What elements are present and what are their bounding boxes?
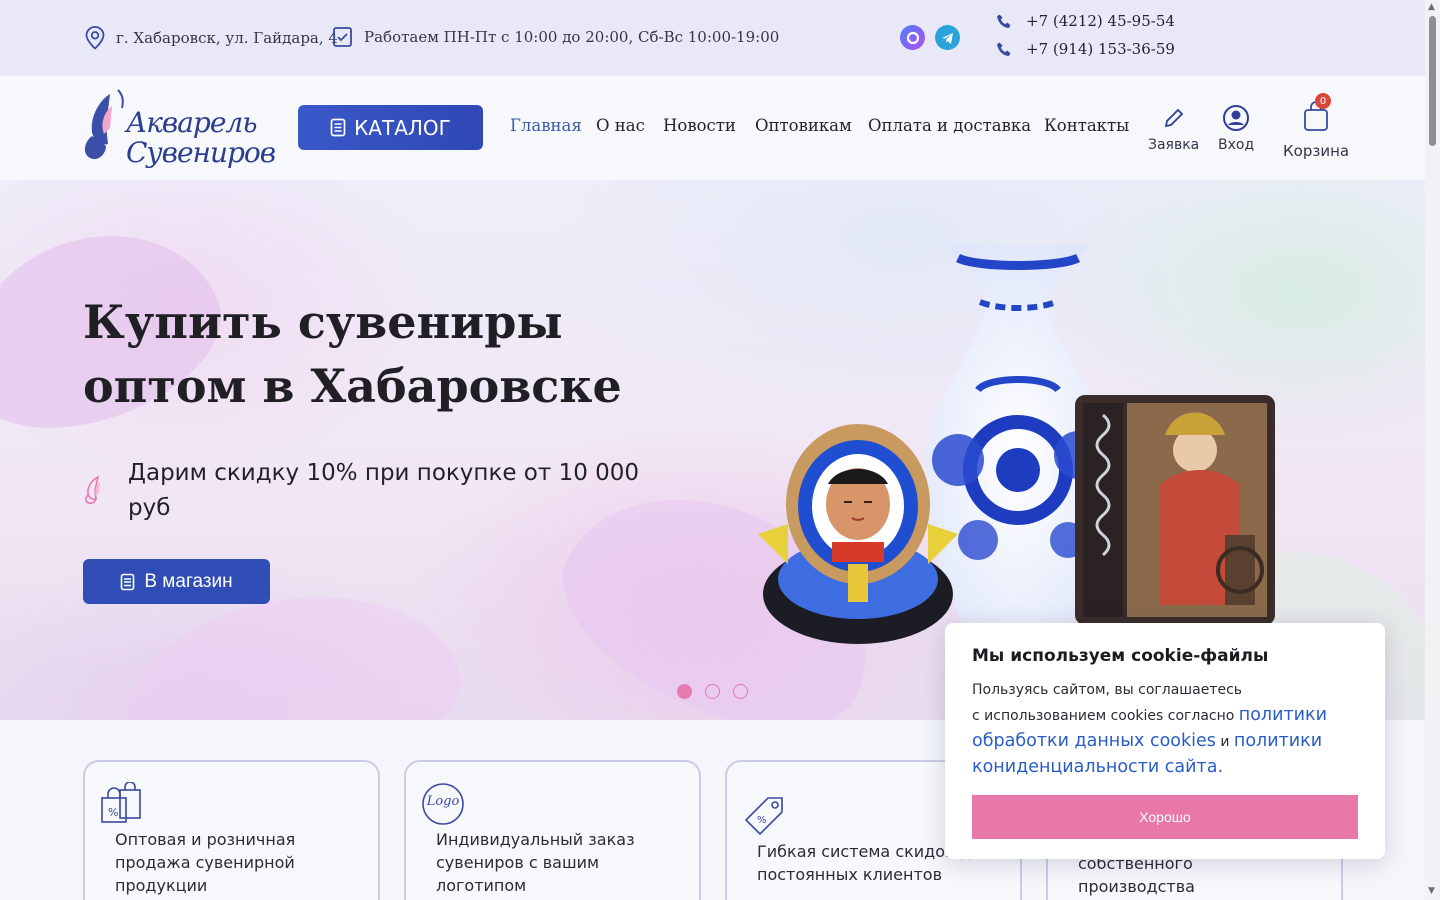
address: г. Хабаровск, ул. Гайдара, 4	[84, 26, 338, 50]
nav-home[interactable]: Главная	[510, 116, 582, 135]
scroll-down-arrow-icon[interactable]: ▼	[1428, 886, 1435, 896]
feature-text: Индивидуальный заказ сувениров с вашим л…	[436, 830, 635, 895]
cart-label: Корзина	[1283, 142, 1350, 160]
nav-payment-delivery[interactable]: Оплата и доставка	[868, 116, 1031, 135]
lacquer-box-image	[1075, 395, 1275, 625]
max-messenger-icon[interactable]	[900, 25, 925, 50]
slider-dot-2[interactable]	[705, 684, 720, 699]
cookie-consent-banner: Мы используем cookie-файлы Пользуясь сай…	[945, 623, 1385, 859]
cart-button[interactable]: Корзина	[1283, 100, 1349, 160]
request-label: Заявка	[1148, 137, 1200, 153]
northern-doll-image	[758, 424, 958, 644]
phone-1[interactable]: +7 (4212) 45-95-54	[996, 12, 1175, 30]
slider-dot-3[interactable]	[733, 684, 748, 699]
feature-text: Оптовая и розничная продажа сувенирной п…	[115, 830, 296, 895]
feature-card-wholesale: % Оптовая и розничная продажа сувенирной…	[83, 760, 380, 900]
login-label: Вход	[1218, 137, 1255, 153]
user-icon	[1223, 105, 1250, 131]
location-pin-icon	[85, 26, 105, 50]
pencil-icon	[1164, 108, 1183, 128]
butterfly-icon	[85, 475, 100, 504]
working-hours: Работаем ПН-Пт с 10:00 до 20:00, Сб-Вс 1…	[332, 26, 779, 48]
cookie-line-1: Пользуясь сайтом, вы соглашаетесь	[972, 682, 1243, 698]
catalog-button[interactable]: КАТАЛОГ	[298, 105, 483, 150]
site-logo[interactable]: Акварель Сувениров	[82, 86, 276, 172]
slider-dot-1[interactable]	[677, 684, 692, 699]
nav-about[interactable]: О нас	[596, 116, 645, 135]
top-info-bar: г. Хабаровск, ул. Гайдара, 4 Работаем ПН…	[0, 0, 1425, 76]
hero-subtitle: Дарим скидку 10% при покупке от 10 000 р…	[128, 460, 640, 521]
feature-card-custom-logo: Logo Индивидуальный заказ сувениров с ва…	[404, 760, 701, 900]
cart-count-badge: 0	[1315, 93, 1331, 109]
discount-tag-icon: %	[744, 797, 783, 836]
site-header: Акварель Сувениров КАТАЛОГ Главная О нас…	[0, 76, 1425, 180]
shop-button-label: В магазин	[144, 570, 233, 592]
page-scrollbar[interactable]: ▲ ▼	[1425, 0, 1440, 900]
logo-line-2: Сувениров	[126, 136, 276, 169]
logo-line-1: Акварель	[126, 106, 257, 139]
nav-news[interactable]: Новости	[663, 116, 736, 135]
address-text: г. Хабаровск, ул. Гайдара, 4	[116, 29, 338, 47]
svg-text:%: %	[757, 815, 767, 826]
request-button[interactable]: Заявка	[1148, 106, 1199, 153]
shopping-bags-icon: %	[101, 782, 141, 823]
logo-icon-text: Logo	[426, 794, 460, 809]
document-icon	[121, 573, 135, 590]
phone-2[interactable]: +7 (914) 153-36-59	[996, 40, 1175, 58]
hours-text: Работаем ПН-Пт с 10:00 до 20:00, Сб-Вс 1…	[364, 28, 780, 46]
cookie-and: и	[1220, 734, 1230, 750]
hero-title: Купить сувениры оптом в Хабаровске	[83, 295, 622, 413]
cookie-accept-button[interactable]: Хорошо	[972, 795, 1358, 839]
svg-text:%: %	[108, 806, 118, 819]
butterfly-logo-icon	[84, 89, 124, 160]
cookie-line-2: с использованием cookies согласно	[972, 708, 1235, 724]
cookie-text: Пользуясь сайтом, вы соглашаетесь с испо…	[972, 678, 1362, 781]
phone-1-text: +7 (4212) 45-95-54	[1026, 12, 1175, 30]
catalog-label: КАТАЛОГ	[354, 115, 451, 140]
nav-contacts[interactable]: Контакты	[1044, 116, 1129, 135]
go-to-shop-button[interactable]: В магазин	[83, 559, 270, 604]
phone-icon	[997, 14, 1011, 28]
scroll-up-arrow-icon[interactable]: ▲	[1428, 2, 1435, 12]
scrollbar-thumb[interactable]	[1429, 16, 1436, 146]
document-icon	[330, 118, 346, 137]
telegram-icon[interactable]	[935, 25, 960, 50]
schedule-icon	[333, 27, 352, 47]
phone-icon	[997, 42, 1011, 56]
phone-2-text: +7 (914) 153-36-59	[1026, 40, 1175, 58]
cookie-title: Мы используем cookie-файлы	[972, 646, 1269, 666]
nav-wholesale[interactable]: Оптовикам	[755, 116, 852, 135]
login-button[interactable]: Вход	[1218, 104, 1254, 153]
